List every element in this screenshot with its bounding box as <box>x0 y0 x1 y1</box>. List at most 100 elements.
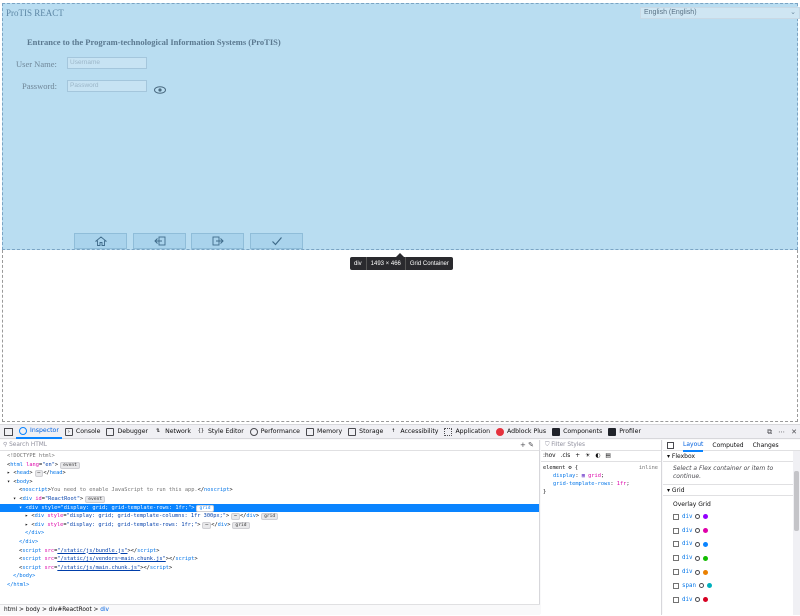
rule-declaration[interactable]: grid-template-rows: 1fr; <box>543 480 659 488</box>
breadcrumb-item[interactable]: body <box>26 607 40 613</box>
color-swatch[interactable] <box>703 528 709 534</box>
tab-changes[interactable]: Changes <box>753 440 779 451</box>
tab-style-editor[interactable]: {} Style Editor <box>194 425 247 439</box>
overlay-checkbox[interactable] <box>673 596 679 603</box>
tab-application[interactable]: Application <box>441 425 493 439</box>
grid-badge[interactable]: grid <box>196 504 214 512</box>
language-select[interactable]: English (English) ⌄ <box>640 7 800 19</box>
tree-row[interactable]: ▸ <div style="display: grid; grid-templa… <box>0 521 539 530</box>
light-theme-icon[interactable]: ☀ <box>585 451 590 461</box>
tree-row[interactable]: <noscript>You need to enable JavaScript … <box>0 486 539 495</box>
tab-adblock-plus[interactable]: Adblock Plus <box>493 425 549 439</box>
tab-components[interactable]: Components <box>549 425 605 439</box>
home-button[interactable] <box>74 233 127 249</box>
back-icon <box>153 236 165 246</box>
breadcrumb-item[interactable]: html <box>4 607 17 613</box>
print-media-icon[interactable]: ▤ <box>605 451 610 461</box>
tree-row-selected[interactable]: ▾ <div style="display: grid; grid-templa… <box>0 503 539 513</box>
overlay-grid-item[interactable]: div <box>663 510 800 524</box>
tab-profiler[interactable]: Profiler <box>605 425 644 439</box>
overlay-grid-item[interactable]: div <box>663 538 800 552</box>
eye-icon[interactable] <box>154 85 166 95</box>
more-options-icon[interactable]: ⋯ <box>778 428 785 436</box>
tab-debugger[interactable]: Debugger <box>103 425 151 439</box>
tree-row[interactable]: ▸ <div style="display: grid; grid-templa… <box>0 512 539 521</box>
highlight-element-icon[interactable] <box>698 583 704 589</box>
add-rule-button[interactable]: + <box>575 451 580 461</box>
dock-icon[interactable]: ⧉ <box>767 428 772 437</box>
overlay-grid-item[interactable]: div <box>663 565 800 579</box>
grid-badge[interactable]: grid <box>232 521 250 529</box>
overlay-checkbox[interactable] <box>673 513 679 520</box>
toggle-sidebar-icon[interactable] <box>667 441 674 449</box>
highlight-element-icon[interactable] <box>695 514 701 520</box>
event-badge[interactable]: event <box>60 461 80 469</box>
scrollbar[interactable] <box>793 451 800 615</box>
flexbox-section-header[interactable]: ▾ Flexbox <box>663 451 800 462</box>
color-swatch[interactable] <box>703 569 709 575</box>
tree-row[interactable]: ▸ <head> ⋯ </head> <box>0 469 539 478</box>
overlay-checkbox[interactable] <box>673 569 679 576</box>
tree-row[interactable]: ▾ <div id="ReactRoot"> event <box>0 495 539 504</box>
tree-row[interactable]: </body> <box>0 572 539 581</box>
submit-button[interactable] <box>250 233 303 249</box>
tab-performance[interactable]: Performance <box>247 425 303 439</box>
grid-section-header[interactable]: ▾ Grid <box>663 485 800 496</box>
color-swatch[interactable] <box>703 597 709 603</box>
tab-memory[interactable]: Memory <box>303 425 345 439</box>
element-picker-icon[interactable] <box>4 427 13 436</box>
tab-computed[interactable]: Computed <box>712 440 743 451</box>
overlay-grid-item[interactable]: div <box>663 524 800 538</box>
tree-row[interactable]: <!DOCTYPE html> <box>0 452 539 461</box>
username-input[interactable]: Username <box>67 57 147 69</box>
tree-row[interactable]: </div> <box>0 538 539 547</box>
tree-row[interactable]: ▾ <body> <box>0 478 539 487</box>
password-input[interactable]: Password <box>67 80 147 92</box>
highlight-element-icon[interactable] <box>695 541 701 547</box>
breadcrumb-item[interactable]: div#ReactRoot <box>49 607 92 613</box>
dark-theme-icon[interactable]: ◐ <box>595 451 600 461</box>
overlay-checkbox[interactable] <box>673 555 679 562</box>
tab-accessibility[interactable]: ☨ Accessibility <box>386 425 441 439</box>
tree-row[interactable]: <script src="/static/js/main.chunk.js"><… <box>0 564 539 573</box>
rule-declaration[interactable]: display: ▦ grid; <box>543 472 659 480</box>
breadcrumb-item-current[interactable]: div <box>100 607 109 613</box>
filter-styles-input[interactable]: ⛉ Filter Styles <box>541 440 661 451</box>
tab-layout[interactable]: Layout <box>683 439 704 452</box>
search-html-input[interactable]: ⚲ Search HTML + ✎ <box>0 440 539 451</box>
tab-storage[interactable]: Storage <box>345 425 386 439</box>
overlay-checkbox[interactable] <box>673 582 679 589</box>
hover-toggle-button[interactable]: :hov <box>543 451 556 461</box>
back-button[interactable] <box>133 233 186 249</box>
tree-row[interactable]: <html lang="en"> event <box>0 461 539 470</box>
highlight-element-icon[interactable] <box>695 528 701 534</box>
close-icon[interactable]: ✕ <box>791 428 797 436</box>
color-swatch[interactable] <box>703 514 709 520</box>
grid-badge[interactable]: grid <box>261 513 279 521</box>
color-swatch[interactable] <box>706 583 712 589</box>
add-node-icon[interactable]: + <box>520 441 526 449</box>
overlay-grid-item[interactable]: div <box>663 593 800 607</box>
eyedropper-icon[interactable]: ✎ <box>528 441 534 449</box>
tree-row[interactable]: <script src="/static/js/bundle.js"></scr… <box>0 547 539 556</box>
overlay-grid-item[interactable]: div <box>663 551 800 565</box>
overlay-checkbox[interactable] <box>673 541 679 548</box>
color-swatch[interactable] <box>703 541 709 547</box>
classes-toggle-button[interactable]: .cls <box>561 451 571 461</box>
highlight-element-icon[interactable] <box>695 597 701 603</box>
tab-network[interactable]: ⇅ Network <box>151 425 194 439</box>
forward-button[interactable] <box>191 233 244 249</box>
highlight-element-icon[interactable] <box>695 555 701 561</box>
password-label: Password: <box>22 81 57 91</box>
highlight-element-icon[interactable] <box>695 569 701 575</box>
overlay-checkbox[interactable] <box>673 527 679 534</box>
color-swatch[interactable] <box>703 555 709 561</box>
tab-inspector[interactable]: Inspector <box>16 425 62 439</box>
tab-console[interactable]: › Console <box>62 425 104 439</box>
tree-row[interactable]: <script src="/static/js/vendors~main.chu… <box>0 555 539 564</box>
tree-row[interactable]: </html> <box>0 581 539 590</box>
event-badge[interactable]: event <box>85 495 106 503</box>
overlay-grid-item[interactable]: span <box>663 579 800 593</box>
rule-selector[interactable]: element <box>543 465 565 471</box>
tree-row[interactable]: </div> <box>0 529 539 538</box>
